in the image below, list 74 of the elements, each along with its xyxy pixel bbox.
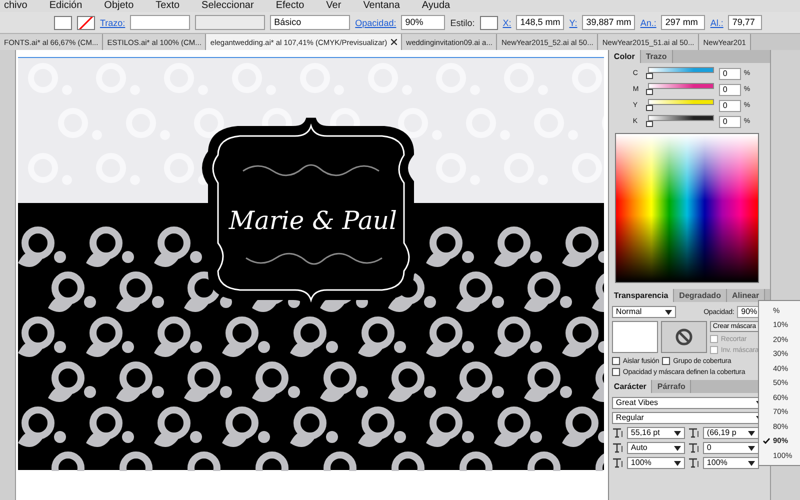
vertical-scale-icon [612, 458, 624, 468]
checkbox[interactable] [612, 368, 620, 376]
font-size-icon [612, 428, 624, 438]
menu-item[interactable]: Efecto [276, 0, 304, 12]
blend-mode-select[interactable]: Normal [612, 306, 676, 318]
menu-item[interactable]: Ver [326, 0, 342, 12]
slider-thumb[interactable] [646, 121, 653, 127]
menu-item[interactable]: Objeto [104, 0, 134, 12]
font-size-field[interactable]: 55,16 pt [626, 427, 685, 439]
variable-width-field[interactable] [195, 15, 266, 30]
tracking-field[interactable]: 0 [702, 442, 759, 454]
stroke-label: Trazo: [100, 18, 126, 28]
menu-item[interactable]: chivo [4, 0, 28, 12]
width-field[interactable]: 297 mm [661, 15, 706, 30]
caret-icon[interactable] [748, 460, 755, 466]
caret-icon[interactable] [674, 430, 681, 436]
caret-icon[interactable] [664, 310, 672, 314]
caret-icon[interactable] [674, 460, 681, 466]
y-label: Y: [569, 18, 578, 28]
horizontal-scale-icon [688, 458, 700, 468]
panel-tab[interactable]: Color [608, 50, 641, 63]
panel-tab[interactable]: Trazo [640, 50, 673, 63]
channel-field[interactable]: 0 [718, 116, 741, 128]
close-icon[interactable] [391, 39, 398, 45]
x-field[interactable]: 148,5 mm [516, 15, 564, 30]
panel-tab[interactable]: Alinear [726, 289, 766, 302]
panel-tab[interactable]: Párrafo [652, 380, 692, 393]
brush-field[interactable]: Básico [270, 15, 350, 30]
leading-field[interactable]: (66,19 p [702, 427, 759, 439]
check-icon [763, 438, 770, 444]
height-field[interactable]: 79,77 [728, 15, 762, 30]
slider-thumb[interactable] [646, 73, 653, 79]
panel-tab[interactable]: Transparencia [608, 289, 674, 302]
width-label: An.: [640, 18, 656, 28]
leading-icon [688, 428, 700, 438]
menu-item[interactable]: Seleccionar [202, 0, 254, 12]
y-field[interactable]: 39,887 mm [582, 15, 636, 30]
tracking-icon [688, 443, 700, 453]
menu-item[interactable]: Texto [156, 0, 180, 12]
channel-field[interactable]: 0 [718, 84, 741, 96]
color-slider[interactable] [646, 67, 716, 80]
menu-item[interactable]: Edición [49, 0, 82, 12]
vertical-scale-field[interactable]: 100% [626, 457, 685, 469]
stroke-weight-field[interactable] [130, 15, 190, 30]
panel-tab[interactable]: Carácter [608, 380, 652, 393]
color-slider[interactable] [646, 115, 716, 128]
horizontal-scale-field[interactable]: 100% [702, 457, 759, 469]
no-sign-icon [674, 328, 693, 346]
style-label: Estilo: [450, 18, 475, 28]
stroke-swatch[interactable] [77, 16, 95, 30]
color-slider[interactable] [646, 83, 716, 96]
channel-field[interactable]: 0 [718, 100, 741, 112]
slider-thumb[interactable] [646, 105, 653, 111]
color-spectrum[interactable] [614, 133, 760, 283]
caret-icon[interactable] [674, 446, 681, 450]
menu-item[interactable]: Ayuda [422, 0, 450, 12]
channel-field[interactable]: 0 [718, 68, 741, 80]
fill-swatch[interactable] [54, 16, 72, 30]
panel-tab[interactable]: Degradado [674, 289, 727, 302]
kerning-field[interactable]: Auto [626, 442, 685, 454]
checkbox[interactable] [662, 357, 670, 365]
checkbox[interactable] [612, 357, 620, 365]
color-slider[interactable] [646, 99, 716, 112]
slider-thumb[interactable] [646, 89, 653, 95]
opacity-field[interactable]: 90% [401, 15, 446, 30]
opacity-label: Opacidad: [355, 18, 396, 28]
caret-icon[interactable] [748, 446, 755, 450]
object-thumbnail [612, 321, 658, 353]
x-label: X: [502, 18, 512, 28]
style-swatch[interactable] [480, 16, 498, 30]
kerning-icon [612, 443, 624, 453]
menu-item[interactable]: Ventana [363, 0, 400, 12]
caret-icon[interactable] [748, 430, 755, 436]
height-label: Al.: [710, 18, 724, 28]
